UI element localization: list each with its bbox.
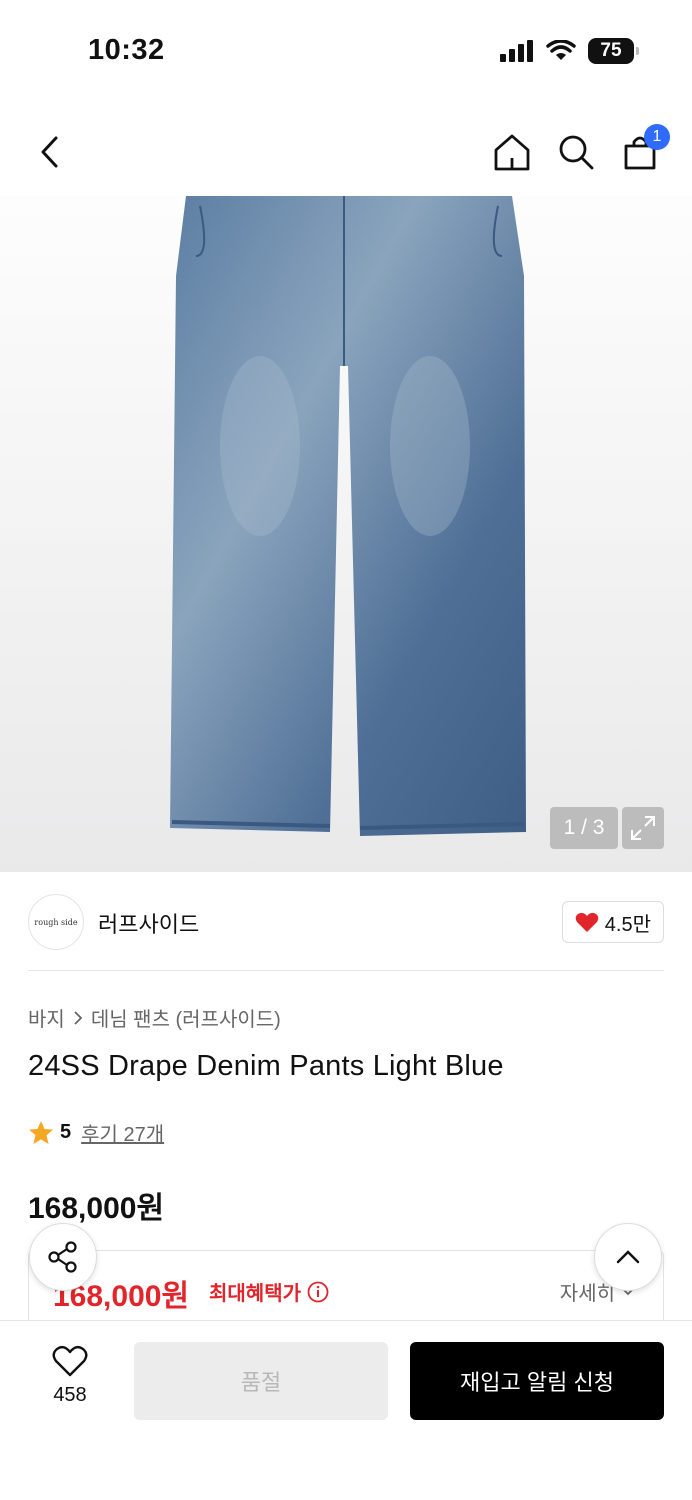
brand-like-count: 4.5만 xyxy=(604,913,651,936)
share-button[interactable] xyxy=(29,1223,97,1291)
cart-button[interactable]: 1 xyxy=(618,124,670,174)
wishlist-count: 458 xyxy=(53,1384,87,1406)
section-divider xyxy=(28,970,664,971)
search-button[interactable] xyxy=(554,130,598,174)
wishlist-button[interactable]: 458 xyxy=(40,1345,100,1407)
status-bar: 10:32 75 xyxy=(0,0,692,100)
jeans-image xyxy=(170,196,526,836)
soldout-button[interactable]: 품절 xyxy=(134,1342,388,1420)
star-icon xyxy=(29,1120,53,1144)
rating-value: 5 xyxy=(60,1121,72,1143)
chevron-right-icon xyxy=(74,1010,83,1025)
breadcrumb-subcategory[interactable]: 데님 팬츠 (러프사이드) xyxy=(91,1003,281,1032)
brand-row: rough side 러프사이드 4.5만 xyxy=(28,892,664,952)
brand-like-button[interactable]: 4.5만 xyxy=(561,901,664,943)
cart-count-badge: 1 xyxy=(644,124,670,150)
image-counter: 1 / 3 xyxy=(550,807,618,849)
bottom-action-bar: 458 품절 재입고 알림 신청 xyxy=(0,1320,692,1500)
rating-row: 5 후기 27개 xyxy=(28,1118,164,1147)
expand-icon xyxy=(631,816,655,840)
battery-indicator: 75 xyxy=(588,38,639,64)
signal-icon xyxy=(500,40,533,62)
restock-alert-button[interactable]: 재입고 알림 신청 xyxy=(410,1342,664,1420)
back-button[interactable] xyxy=(28,130,72,174)
brand-logo-text: rough side xyxy=(34,917,78,927)
home-button[interactable] xyxy=(490,130,534,174)
status-time: 10:32 xyxy=(88,34,165,66)
heart-outline-icon xyxy=(52,1345,88,1377)
benefit-label: 최대혜택가 xyxy=(209,1277,329,1306)
share-icon xyxy=(48,1241,77,1273)
breadcrumb: 바지 데님 팬츠 (러프사이드) xyxy=(28,1003,281,1032)
product-image[interactable] xyxy=(0,196,692,872)
status-icons: 75 xyxy=(500,38,639,64)
wifi-icon xyxy=(546,40,576,60)
breadcrumb-category[interactable]: 바지 xyxy=(28,1003,65,1032)
expand-image-button[interactable] xyxy=(622,807,664,849)
benefit-label-text: 최대혜택가 xyxy=(209,1283,301,1305)
chevron-up-icon xyxy=(616,1250,640,1264)
info-icon[interactable] xyxy=(307,1281,329,1303)
back-icon xyxy=(41,136,58,168)
benefit-box[interactable]: 168,000원 최대혜택가 자세히 xyxy=(28,1250,664,1330)
review-link[interactable]: 후기 27개 xyxy=(81,1118,164,1147)
heart-icon xyxy=(575,912,599,932)
home-icon xyxy=(494,134,530,171)
top-navigation: 1 xyxy=(0,110,692,190)
brand-logo[interactable]: rough side xyxy=(28,894,84,950)
search-icon xyxy=(559,135,594,170)
brand-name[interactable]: 러프사이드 xyxy=(98,907,199,939)
product-price: 168,000원 xyxy=(28,1192,165,1225)
scroll-top-button[interactable] xyxy=(594,1223,662,1291)
product-title: 24SS Drape Denim Pants Light Blue xyxy=(28,1050,504,1082)
